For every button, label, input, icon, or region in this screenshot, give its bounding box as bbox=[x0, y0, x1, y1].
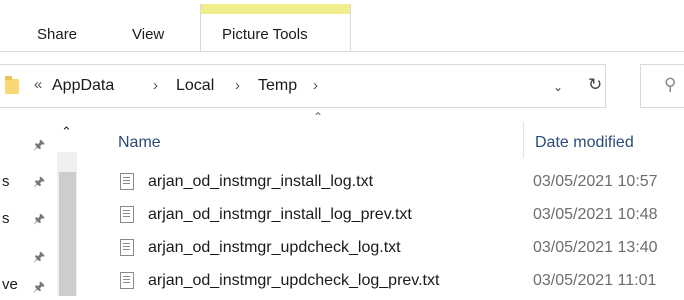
text-file-icon bbox=[120, 239, 134, 256]
folder-icon bbox=[5, 76, 19, 94]
nav-item-2[interactable]: s bbox=[2, 210, 10, 227]
file-date-modified: 03/05/2021 10:48 bbox=[533, 206, 658, 223]
pin-icon[interactable]: 🖈 bbox=[33, 248, 45, 270]
file-name: arjan_od_instmgr_updcheck_log_prev.txt bbox=[148, 272, 440, 289]
pin-icon[interactable]: 🖈 bbox=[33, 136, 45, 158]
file-row[interactable]: arjan_od_instmgr_install_log.txt 03/05/2… bbox=[106, 166, 684, 198]
pin-icon[interactable]: 🖈 bbox=[33, 173, 45, 195]
ribbon-divider bbox=[0, 51, 684, 52]
file-date-modified: 03/05/2021 11:01 bbox=[533, 272, 657, 289]
tab-picture-tools-label: Picture Tools bbox=[222, 26, 308, 43]
breadcrumb-separator-3[interactable]: › bbox=[313, 77, 318, 94]
tab-view[interactable]: View bbox=[132, 26, 164, 43]
pin-icon[interactable]: 🖈 bbox=[33, 278, 45, 300]
contextual-tab-highlight bbox=[201, 4, 350, 14]
file-date-modified: 03/05/2021 10:57 bbox=[533, 173, 658, 190]
file-name: arjan_od_instmgr_updcheck_log.txt bbox=[148, 239, 401, 256]
nav-item-4[interactable]: ve bbox=[2, 276, 18, 293]
search-icon: ⚲ bbox=[664, 75, 677, 94]
search-input[interactable]: ⚲ bbox=[640, 64, 684, 108]
nav-scrollbar-thumb[interactable] bbox=[59, 172, 76, 296]
breadcrumb-local[interactable]: Local bbox=[176, 77, 214, 95]
address-row: « AppData › Local › Temp › ⌄ ↻ ⚲ bbox=[0, 64, 684, 108]
tab-picture-tools[interactable]: Picture Tools bbox=[200, 4, 351, 52]
breadcrumb-separator-2[interactable]: › bbox=[235, 77, 240, 94]
pin-icon[interactable]: 🖈 bbox=[33, 210, 45, 232]
text-file-icon bbox=[120, 173, 134, 190]
chevron-down-icon[interactable]: ⌄ bbox=[553, 80, 563, 94]
refresh-icon[interactable]: ↻ bbox=[588, 75, 602, 95]
text-file-icon bbox=[120, 272, 134, 289]
sort-ascending-icon: ⌃ bbox=[313, 110, 324, 124]
breadcrumb-appdata[interactable]: AppData bbox=[52, 77, 114, 95]
address-bar[interactable]: « AppData › Local › Temp › ⌄ ↻ bbox=[0, 64, 606, 108]
ribbon: Share View Picture Tools bbox=[0, 0, 684, 52]
breadcrumb-temp[interactable]: Temp bbox=[258, 77, 297, 95]
column-header-name[interactable]: Name bbox=[118, 134, 161, 152]
text-file-icon bbox=[120, 206, 134, 223]
overflow-chevron[interactable]: « bbox=[34, 76, 42, 93]
scroll-up-arrow[interactable]: ⌃ bbox=[61, 124, 72, 140]
file-row[interactable]: arjan_od_instmgr_updcheck_log_prev.txt 0… bbox=[106, 265, 684, 297]
file-row[interactable]: arjan_od_instmgr_install_log_prev.txt 03… bbox=[106, 199, 684, 231]
file-name: arjan_od_instmgr_install_log.txt bbox=[148, 173, 374, 190]
nav-item-1[interactable]: s bbox=[2, 173, 10, 190]
file-name: arjan_od_instmgr_install_log_prev.txt bbox=[148, 206, 412, 223]
column-divider[interactable] bbox=[523, 122, 524, 158]
file-row[interactable]: arjan_od_instmgr_updcheck_log.txt 03/05/… bbox=[106, 232, 684, 264]
column-header-date-modified[interactable]: Date modified bbox=[535, 134, 634, 152]
tab-share[interactable]: Share bbox=[37, 26, 77, 43]
breadcrumb-separator-1[interactable]: › bbox=[153, 77, 158, 94]
file-date-modified: 03/05/2021 13:40 bbox=[533, 239, 658, 256]
